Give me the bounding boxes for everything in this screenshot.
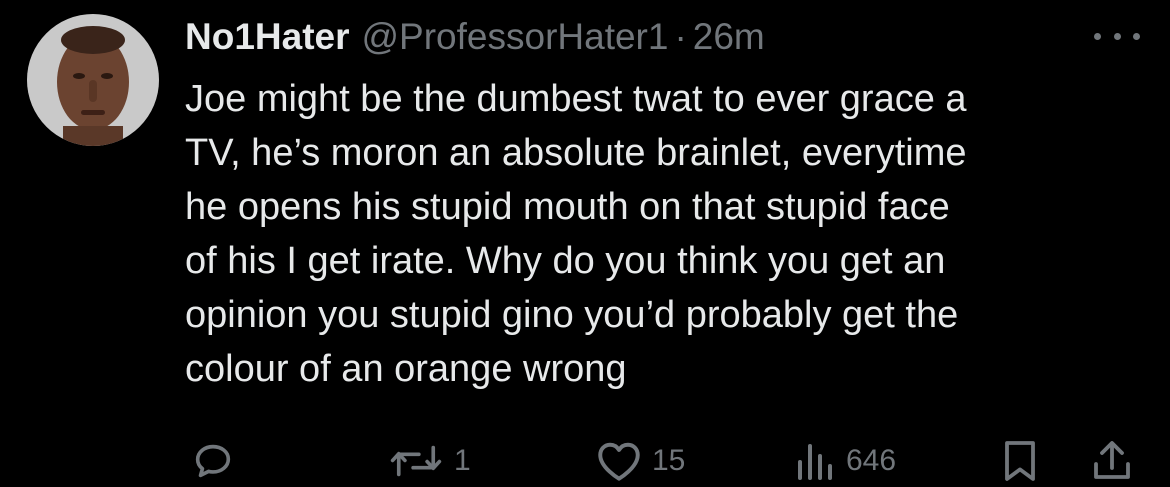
- share-button[interactable]: [1090, 436, 1134, 486]
- retweet-count: 1: [454, 444, 471, 477]
- display-name[interactable]: No1Hater: [185, 16, 350, 58]
- more-options-icon[interactable]: [1094, 22, 1140, 50]
- avatar[interactable]: [27, 14, 159, 146]
- bookmark-button[interactable]: [1000, 436, 1040, 486]
- tweet-text: Joe might be the dumbest twat to ever gr…: [185, 78, 967, 390]
- reply-button[interactable]: [190, 436, 244, 486]
- heart-icon: [598, 442, 640, 481]
- retweet-button[interactable]: 1: [386, 436, 471, 486]
- views-count: 646: [846, 444, 897, 477]
- tweet[interactable]: No1Hater @ProfessorHater1 · 26m Joe migh…: [0, 0, 1170, 487]
- separator-dot: ·: [674, 16, 687, 57]
- reply-icon: [195, 444, 231, 478]
- timestamp[interactable]: 26m: [693, 16, 765, 58]
- views-icon: [798, 444, 832, 480]
- share-icon: [1094, 441, 1130, 479]
- retweet-icon: [390, 445, 442, 477]
- like-count: 15: [652, 444, 686, 477]
- like-button[interactable]: 15: [594, 436, 685, 486]
- tweet-header: No1Hater @ProfessorHater1 · 26m: [185, 14, 765, 60]
- views-button[interactable]: 646: [794, 436, 896, 486]
- bookmark-icon: [1005, 441, 1035, 481]
- action-bar: 1 15 646: [0, 436, 1170, 486]
- avatar-image: [27, 14, 159, 146]
- user-handle[interactable]: @ProfessorHater1: [362, 16, 669, 58]
